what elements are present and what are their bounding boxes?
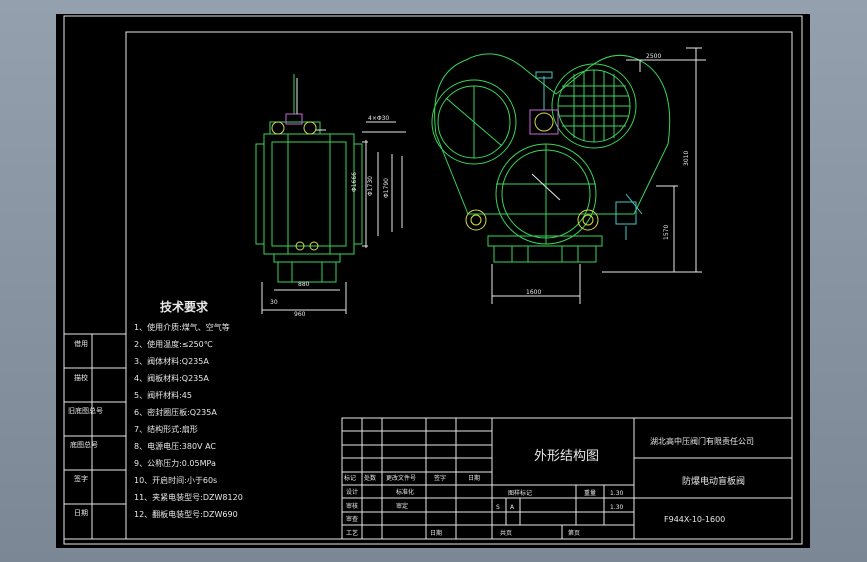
left-label-0: 借用	[74, 339, 88, 348]
req-3: 3、阀体材料:Q235A	[134, 356, 209, 366]
company-name: 湖北高中压阀门有限责任公司	[650, 436, 754, 446]
dim-bottom: 1600	[526, 289, 541, 296]
drawing-canvas: 借用 描校 旧底图总号 底图总号 签字 日期 4×Φ30 Φ1666 Φ1730…	[63, 15, 803, 545]
product-code: F944X-10-1600	[664, 515, 725, 524]
title-block: 外形结构图 湖北高中压阀门有限责任公司 防爆电动盲板阀 F944X-10-160…	[341, 417, 793, 540]
req-2: 2、使用温度:≤250℃	[134, 339, 213, 349]
left-label-strip: 借用 描校 旧底图总号 底图总号 签字 日期	[63, 333, 127, 540]
drawing-name: 外形结构图	[534, 449, 599, 464]
dim-d2: Φ1730	[367, 176, 374, 196]
req-12: 12、翻板电装型号:DZW690	[134, 509, 238, 519]
req-4: 4、阀板材料:Q235A	[134, 373, 209, 383]
row-label-3: 签字	[434, 474, 446, 482]
side-view: 4×Φ30 Φ1666 Φ1730 Φ1790 880 960 30	[255, 74, 406, 318]
ratio-value: 1.30	[610, 504, 624, 511]
dim-height: 3010	[683, 151, 690, 166]
req-9: 9、公称压力:0.05MPa	[134, 458, 216, 468]
row-label-4: 日期	[468, 474, 480, 482]
dim-w3: 30	[270, 299, 278, 306]
tech-title: 技术要求	[160, 299, 209, 314]
sign-value-2: 日期	[430, 529, 442, 537]
req-7: 7、结构形式:扇形	[134, 424, 198, 434]
req-10: 10、开启时间:小于60s	[134, 475, 217, 485]
row-label-0: 标记	[344, 474, 356, 482]
dim-mid: 1570	[663, 225, 670, 240]
inner-frame	[125, 31, 793, 540]
sign-row-2: 审查	[346, 515, 358, 523]
sign-value-0: 标准化	[396, 488, 414, 496]
sign-value-1: 审定	[396, 502, 408, 510]
dim-top: 2500	[646, 53, 661, 60]
drawing-sheet: 借用 描校 旧底图总号 底图总号 签字 日期 4×Φ30 Φ1666 Φ1730…	[56, 14, 810, 548]
scale-label: 重量	[584, 489, 596, 497]
req-5: 5、阀杆材料:45	[134, 390, 192, 400]
sign-row-1: 审核	[346, 502, 358, 510]
stage-label: 图样标记	[508, 489, 532, 497]
dim-d3: Φ1790	[383, 178, 390, 198]
left-label-4: 签字	[74, 474, 88, 483]
dim-d1: Φ1666	[351, 172, 358, 192]
row-label-1: 处数	[364, 474, 376, 482]
dim-w2: 960	[294, 311, 306, 318]
sheet-num: 第页	[568, 529, 580, 537]
sign-row-0: 设计	[346, 488, 358, 496]
weight-value: 1.30	[610, 490, 624, 497]
left-label-1: 描校	[74, 373, 88, 382]
tech-requirements: 技术要求 1、使用介质:煤气、空气等 2、使用温度:≤250℃ 3、阀体材料:Q…	[134, 299, 243, 519]
dim-flange: 4×Φ30	[368, 115, 389, 122]
left-label-3: 底图总号	[70, 440, 98, 449]
req-8: 8、电源电压:380V AC	[134, 441, 216, 451]
product-name: 防爆电动盲板阀	[682, 475, 745, 487]
left-label-5: 日期	[74, 509, 88, 517]
front-view: 2500 3010 1570 1600	[431, 47, 706, 304]
mark-s: S	[496, 504, 500, 511]
dim-w1: 880	[298, 281, 310, 288]
req-11: 11、夹紧电装型号:DZW8120	[134, 492, 243, 502]
row-label-2: 更改文件号	[386, 474, 416, 482]
req-1: 1、使用介质:煤气、空气等	[134, 322, 230, 332]
cad-viewport[interactable]: 借用 描校 旧底图总号 底图总号 签字 日期 4×Φ30 Φ1666 Φ1730…	[0, 0, 867, 562]
left-label-2: 旧底图总号	[68, 406, 103, 415]
mark-a: A	[510, 504, 515, 511]
req-6: 6、密封圈压板:Q235A	[134, 407, 217, 417]
sign-row-3: 工艺	[346, 529, 358, 537]
sheet-total: 共页	[500, 529, 512, 537]
